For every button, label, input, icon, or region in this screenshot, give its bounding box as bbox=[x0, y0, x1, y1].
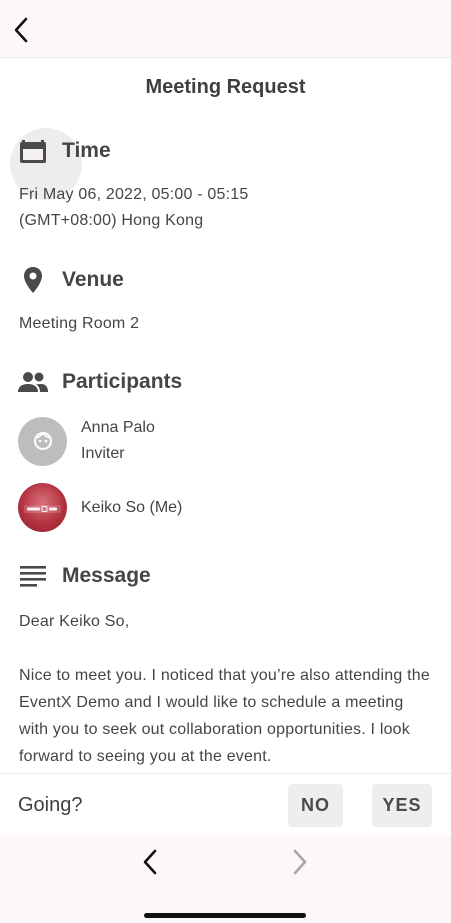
venue-heading: Venue bbox=[62, 268, 124, 291]
participant-item[interactable]: Anna Palo Inviter bbox=[18, 415, 155, 467]
bottom-navigation bbox=[0, 835, 451, 923]
time-datetime: Fri May 06, 2022, 05:00 - 05:15 bbox=[19, 186, 249, 203]
chevron-right-icon bbox=[293, 849, 307, 875]
message-section-header: Message bbox=[18, 561, 151, 591]
home-indicator[interactable] bbox=[144, 913, 306, 918]
participant-name: Keiko So (Me) bbox=[81, 498, 183, 516]
nav-back-button[interactable] bbox=[135, 845, 165, 879]
message-text: Nice to meet you. I noticed that you’re … bbox=[19, 667, 430, 765]
participant-role: Inviter bbox=[81, 445, 125, 462]
page-title: Meeting Request bbox=[145, 76, 306, 98]
chevron-left-icon bbox=[14, 17, 28, 43]
participant-info: Anna Palo Inviter bbox=[81, 415, 155, 467]
message-body: Dear Keiko So, Nice to meet you. I notic… bbox=[19, 608, 437, 797]
top-bar bbox=[0, 0, 451, 58]
time-section-header: Time bbox=[18, 136, 111, 166]
location-pin-icon bbox=[18, 265, 48, 295]
venue-section-header: Venue bbox=[18, 265, 124, 295]
back-button[interactable] bbox=[6, 12, 36, 48]
eventx-logo-icon bbox=[24, 505, 61, 513]
going-label: Going? bbox=[18, 794, 83, 816]
chevron-left-icon bbox=[143, 849, 157, 875]
participants-section-header: Participants bbox=[18, 367, 182, 397]
venue-value: Meeting Room 2 bbox=[19, 315, 140, 332]
yes-button[interactable]: YES bbox=[372, 784, 432, 827]
nav-forward-button[interactable] bbox=[285, 845, 315, 879]
time-heading: Time bbox=[62, 139, 111, 162]
message-heading: Message bbox=[62, 564, 151, 587]
avatar bbox=[18, 416, 67, 466]
avatar bbox=[18, 483, 67, 532]
people-icon bbox=[18, 367, 48, 397]
participant-info: Keiko So (Me) bbox=[81, 495, 182, 521]
default-avatar-icon bbox=[33, 432, 52, 450]
text-lines-icon bbox=[18, 561, 48, 591]
participant-item[interactable]: Keiko So (Me) bbox=[18, 483, 182, 532]
no-button[interactable]: NO bbox=[288, 784, 343, 827]
participants-heading: Participants bbox=[62, 370, 183, 393]
time-timezone: (GMT+08:00) Hong Kong bbox=[19, 212, 204, 229]
rsvp-bar: Going? NO YES bbox=[0, 773, 451, 835]
calendar-icon[interactable] bbox=[18, 136, 48, 166]
message-greeting: Dear Keiko So, bbox=[19, 613, 130, 630]
participant-name: Anna Palo bbox=[81, 419, 155, 436]
